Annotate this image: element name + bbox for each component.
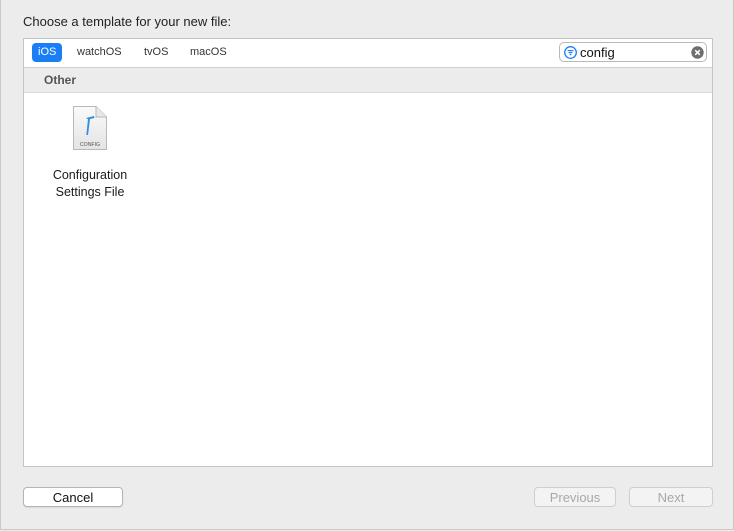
- new-file-dialog: Choose a template for your new file: iOS…: [0, 0, 734, 530]
- config-icon-caption: CONFIG: [80, 142, 100, 148]
- template-panel: iOS watchOS tvOS macOS Other: [23, 38, 713, 467]
- section-title: Other: [44, 73, 77, 87]
- previous-button[interactable]: Previous: [534, 487, 616, 507]
- tab-macos[interactable]: macOS: [184, 43, 233, 62]
- platform-tab-bar: iOS watchOS tvOS macOS: [24, 39, 712, 68]
- cancel-button[interactable]: Cancel: [23, 487, 123, 507]
- template-label: Configuration Settings File: [38, 167, 142, 201]
- template-label-line2: Settings File: [55, 185, 125, 199]
- clear-icon[interactable]: [691, 46, 704, 59]
- config-file-icon: CONFIG: [73, 106, 107, 150]
- tab-watchos[interactable]: watchOS: [71, 43, 128, 62]
- filter-icon[interactable]: [564, 46, 577, 59]
- template-configuration-settings-file[interactable]: CONFIG Configuration Settings File: [38, 101, 142, 211]
- section-header-other: Other: [24, 68, 712, 93]
- template-search-field[interactable]: [559, 42, 707, 62]
- tab-tvos[interactable]: tvOS: [138, 43, 174, 62]
- tab-ios[interactable]: iOS: [32, 43, 63, 62]
- template-label-line1: Configuration: [52, 168, 128, 182]
- next-button[interactable]: Next: [629, 487, 713, 507]
- search-input[interactable]: [580, 44, 684, 60]
- dialog-title: Choose a template for your new file:: [23, 14, 232, 29]
